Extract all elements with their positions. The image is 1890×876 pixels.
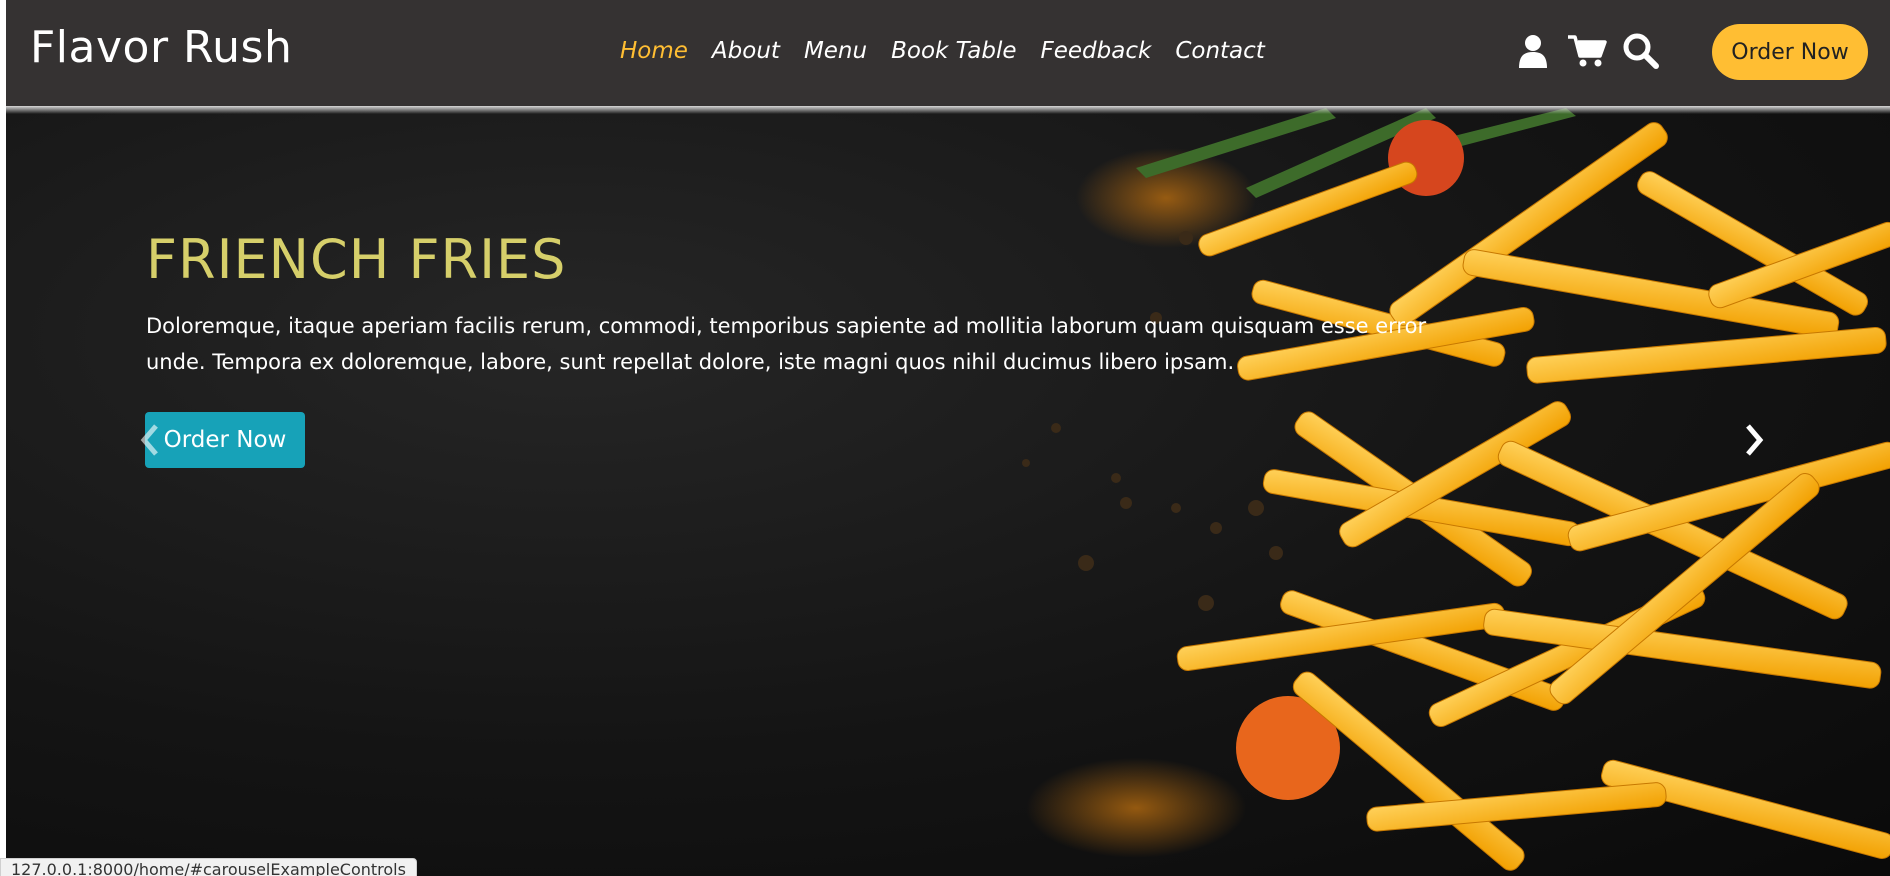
browser-status-bar: 127.0.0.1:8000/home/#carouselExampleCont… [0, 858, 417, 876]
nav-order-now-button[interactable]: Order Now [1712, 24, 1868, 80]
fries-background-image [1022, 108, 1890, 871]
nav-link-contact[interactable]: Contact [1163, 38, 1276, 64]
carousel-prev-icon[interactable] [136, 420, 164, 460]
hero-description: Doloremque, itaque aperiam facilis rerum… [146, 314, 1427, 374]
nav-icon-group [1512, 30, 1674, 72]
hero-title: FRIENCH FRIES [146, 228, 567, 291]
nav-link-menu[interactable]: Menu [792, 38, 879, 64]
nav-link-home[interactable]: Home [608, 38, 700, 64]
nav-link-book-table[interactable]: Book Table [879, 38, 1028, 64]
hero-order-now-button[interactable]: Order Now [145, 412, 305, 468]
nav-link-feedback[interactable]: Feedback [1029, 38, 1164, 64]
carousel-next-icon[interactable] [1740, 420, 1768, 460]
nav-link-about[interactable]: About [700, 38, 792, 64]
browser-viewport: FRIENCH FRIES Doloremque, itaque aperiam… [6, 0, 1890, 876]
search-icon[interactable] [1620, 30, 1662, 72]
top-navbar: Flavor Rush Home About Menu Book Table F… [6, 0, 1890, 106]
hero-carousel: FRIENCH FRIES Doloremque, itaque aperiam… [6, 108, 1890, 876]
user-icon[interactable] [1512, 30, 1554, 72]
navbar-divider [6, 106, 1890, 114]
cart-icon[interactable] [1566, 30, 1608, 72]
nav-links: Home About Menu Book Table Feedback Cont… [608, 38, 1277, 64]
brand-logo[interactable]: Flavor Rush [30, 22, 292, 73]
